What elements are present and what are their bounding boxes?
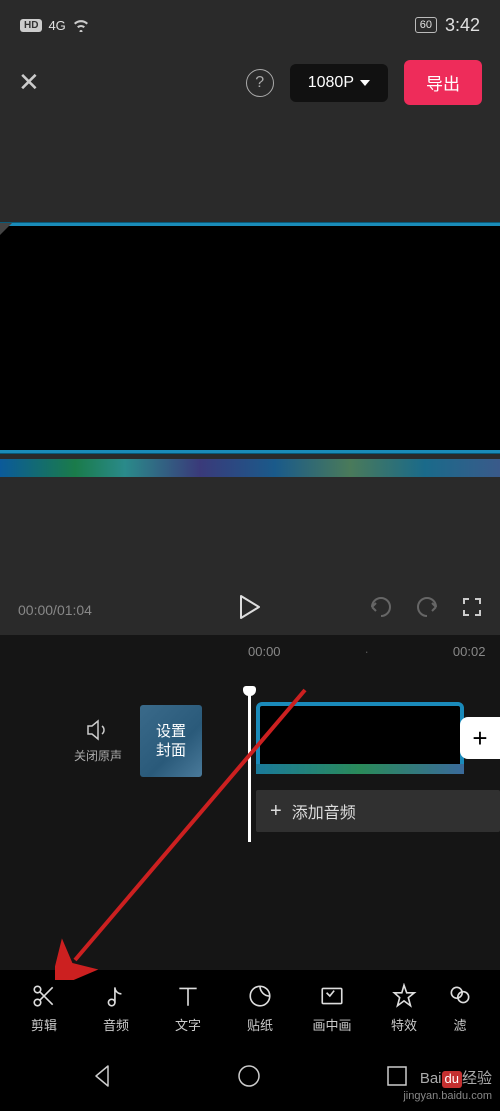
speaker-icon[interactable] (86, 719, 110, 741)
nav-back-button[interactable] (92, 1064, 112, 1093)
scissors-icon (31, 983, 57, 1009)
hd-badge-icon: HD (20, 19, 42, 32)
preview-area: 00:00/01:04 (0, 115, 500, 635)
tool-pip[interactable]: 画中画 (296, 983, 368, 1034)
preview-edge (0, 459, 500, 477)
sticker-icon (247, 983, 273, 1009)
time-ruler[interactable]: 00:00 · 00:02 (0, 635, 500, 667)
bottom-toolbar: 剪辑 音频 文字 贴纸 画中画 特效 滤 (0, 970, 500, 1046)
tool-edit[interactable]: 剪辑 (8, 983, 80, 1034)
music-note-icon (103, 983, 129, 1009)
ruler-mark: 00:02 (453, 644, 486, 659)
clock-time: 3:42 (445, 15, 480, 36)
playhead[interactable] (248, 692, 251, 842)
help-button[interactable]: ? (246, 69, 274, 97)
tool-audio[interactable]: 音频 (80, 983, 152, 1034)
chevron-down-icon (360, 80, 370, 86)
resolution-dropdown[interactable]: 1080P (290, 64, 388, 102)
resolution-label: 1080P (308, 74, 354, 92)
fullscreen-button[interactable] (462, 597, 482, 622)
tool-filter[interactable]: 滤 (440, 983, 480, 1034)
network-label: 4G (48, 18, 65, 33)
nav-home-button[interactable] (237, 1064, 261, 1093)
battery-icon: 60 (415, 17, 437, 33)
watermark: Baidu经验 jingyan.baidu.com (403, 1069, 492, 1103)
video-preview[interactable] (0, 223, 500, 453)
timecode: 00:00/01:04 (18, 602, 92, 618)
timeline-area: 00:00 · 00:02 关闭原声 设置 封面 + + 添加音频 (0, 635, 500, 970)
system-nav-bar: Baidu经验 jingyan.baidu.com (0, 1046, 500, 1111)
mute-label: 关闭原声 (74, 747, 122, 764)
status-left: HD 4G (20, 18, 90, 33)
tool-sticker[interactable]: 贴纸 (224, 983, 296, 1034)
filter-icon (447, 983, 473, 1009)
add-audio-track[interactable]: + 添加音频 (256, 790, 500, 832)
status-right: 60 3:42 (415, 15, 480, 36)
export-button[interactable]: 导出 (404, 60, 482, 105)
play-button[interactable] (239, 594, 261, 625)
status-bar: HD 4G 60 3:42 (0, 0, 500, 50)
redo-button[interactable] (414, 596, 440, 623)
tool-effect[interactable]: 特效 (368, 983, 440, 1034)
close-button[interactable]: ✕ (18, 67, 40, 98)
playback-controls: 00:00/01:04 (0, 596, 500, 623)
tool-text[interactable]: 文字 (152, 983, 224, 1034)
wifi-icon (72, 18, 90, 32)
tracks: 关闭原声 设置 封面 + + 添加音频 (0, 702, 500, 780)
nav-recent-button[interactable] (386, 1065, 408, 1092)
pip-icon (319, 983, 345, 1009)
ruler-dot: · (365, 644, 369, 659)
set-cover-button[interactable]: 设置 封面 (140, 705, 202, 777)
video-clip[interactable] (256, 702, 464, 774)
text-icon (175, 983, 201, 1009)
add-clip-button[interactable]: + (460, 717, 500, 759)
undo-button[interactable] (368, 596, 394, 623)
star-icon (391, 983, 417, 1009)
add-audio-label: 添加音频 (292, 799, 356, 823)
resize-handle-icon[interactable] (0, 223, 12, 235)
ruler-mark: 00:00 (248, 644, 281, 659)
plus-icon: + (270, 800, 282, 823)
top-toolbar: ✕ ? 1080P 导出 (0, 50, 500, 115)
